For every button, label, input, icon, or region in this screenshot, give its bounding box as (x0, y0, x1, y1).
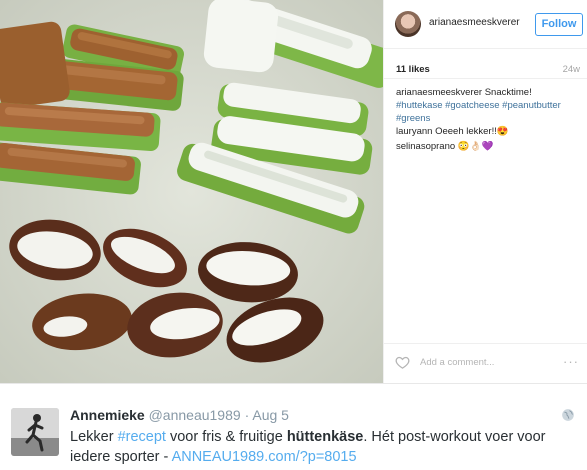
caption: arianaesmeeskverer Snacktime! (396, 86, 582, 99)
username[interactable]: arianaesmeeskverer (429, 17, 520, 28)
heart-icon[interactable] (395, 355, 410, 370)
likes-count[interactable]: 11 likes (396, 64, 430, 75)
caption-text: Snacktime! (484, 87, 532, 98)
snack-plate-illustration (0, 0, 383, 383)
post-meta: 11 likes 24w (384, 49, 587, 79)
caption-hashtags[interactable]: #huttekase #goatcheese #peanutbutter (396, 99, 582, 112)
add-comment-input[interactable]: Add a comment... (420, 357, 494, 368)
post-footer: Add a comment... ··· (384, 343, 587, 383)
globe-icon (562, 409, 574, 421)
tweet-card: Annemieke @anneau1989 · Aug 5 Lekker #re… (0, 383, 587, 470)
avatar[interactable] (395, 11, 421, 37)
comments-list: arianaesmeeskverer Snacktime! #huttekase… (396, 86, 582, 153)
tweet-avatar[interactable] (11, 408, 59, 456)
comment-item: lauryann Oeeeh lekker!!😍 (396, 125, 582, 138)
post-time: 24w (562, 64, 580, 75)
tweet-text: Lekker #recept voor fris & fruitige hütt… (70, 427, 570, 467)
caption-user[interactable]: arianaesmeeskverer (396, 87, 482, 98)
comment-user[interactable]: lauryann (396, 126, 432, 137)
comment-text: 😳👌🏻💜 (457, 141, 494, 152)
tweet-text-part: voor fris & fruitige (165, 429, 287, 445)
tweet-bold-word: hüttenkäse (286, 429, 364, 445)
more-options-icon[interactable]: ··· (563, 354, 579, 369)
post-sidebar: arianaesmeeskverer Follow 11 likes 24w a… (383, 0, 587, 383)
tweet-text-part: Lekker (70, 429, 118, 445)
tweet-url-link[interactable]: ANNEAU1989.com/?p=8015 (172, 449, 357, 465)
runner-silhouette-icon (11, 408, 59, 456)
instagram-embed: arianaesmeeskverer Follow 11 likes 24w a… (0, 0, 587, 383)
tweet-handle[interactable]: @anneau1989 (149, 407, 241, 423)
tweet-date[interactable]: Aug 5 (252, 407, 289, 423)
post-photo[interactable] (0, 0, 383, 383)
follow-button[interactable]: Follow (535, 13, 583, 36)
tweet-hashtag-link[interactable]: #recept (118, 429, 166, 445)
tweet-header: Annemieke @anneau1989 · Aug 5 (70, 407, 289, 423)
tweet-author-name[interactable]: Annemieke (70, 407, 145, 423)
caption-hashtags-2[interactable]: #greens (396, 112, 582, 125)
post-header: arianaesmeeskverer Follow (384, 0, 587, 49)
comment-text: Oeeeh lekker!!😍 (435, 126, 509, 137)
tweet-separator: · (244, 407, 250, 423)
comment-item: selinasoprano 😳👌🏻💜 (396, 140, 582, 153)
comment-user[interactable]: selinasoprano (396, 141, 455, 152)
